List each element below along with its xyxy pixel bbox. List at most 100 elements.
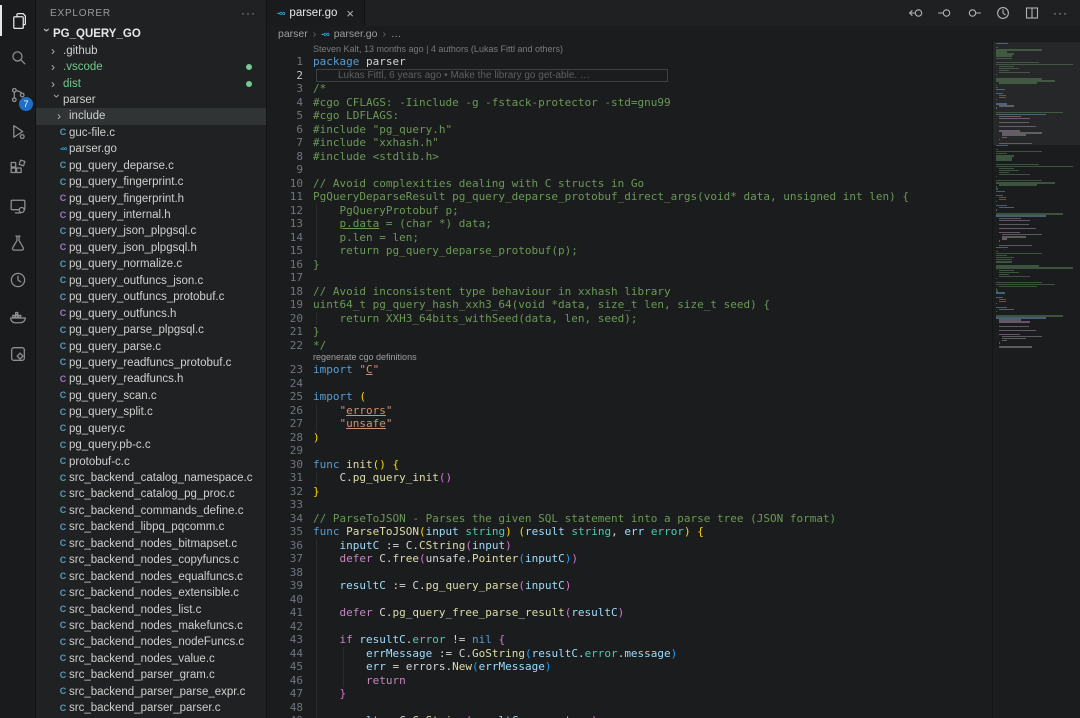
code-line-content[interactable]: inputC := C.CString(input) — [313, 539, 992, 553]
compare-with-previous-icon[interactable] — [908, 5, 924, 21]
line-number[interactable]: 5 — [267, 109, 303, 123]
code-line-content[interactable] — [313, 163, 992, 177]
tree-item-src_backend_parser_parser.c[interactable]: Csrc_backend_parser_parser.c — [36, 700, 266, 716]
code-line-content[interactable] — [313, 593, 992, 607]
line-number[interactable]: 18 — [267, 285, 303, 299]
code-line-content[interactable] — [313, 701, 992, 715]
compare-with-branch-icon[interactable] — [966, 5, 982, 21]
line-number[interactable]: 16 — [267, 258, 303, 272]
tree-item-pg_query_outfuncs.h[interactable]: Cpg_query_outfuncs.h — [36, 305, 266, 321]
breadcrumb-symbol[interactable]: … — [391, 28, 402, 40]
testing-icon[interactable] — [0, 224, 35, 261]
tab-parser-go[interactable]: -∞ parser.go × — [267, 0, 365, 26]
more-actions-icon[interactable]: ··· — [1053, 6, 1068, 20]
extensions-icon[interactable] — [0, 150, 35, 187]
line-number[interactable]: 42 — [267, 620, 303, 634]
line-number[interactable]: 22 — [267, 339, 303, 353]
code-line-content[interactable]: // ParseToJSON - Parses the given SQL st… — [313, 512, 992, 526]
code-line-content[interactable]: } — [313, 258, 992, 272]
workspace-root-folder[interactable]: › PG_QUERY_GO — [36, 26, 266, 42]
line-number[interactable]: 32 — [267, 485, 303, 499]
line-number[interactable]: 23 — [267, 363, 303, 377]
tree-item-pg_query_readfuncs.h[interactable]: Cpg_query_readfuncs.h — [36, 371, 266, 387]
code-line-content[interactable]: } — [313, 687, 992, 701]
tree-item-pg_query.c[interactable]: Cpg_query.c — [36, 421, 266, 437]
line-number[interactable]: 1 — [267, 55, 303, 69]
code-line-content[interactable]: func ParseToJSON(input string) (result s… — [313, 525, 992, 539]
code-line-content[interactable] — [313, 620, 992, 634]
code-line-content[interactable]: defer C.pg_query_free_parse_result(resul… — [313, 606, 992, 620]
line-number[interactable]: 39 — [267, 579, 303, 593]
code-line-content[interactable]: resultC := C.pg_query_parse(inputC) — [313, 579, 992, 593]
code-line-content[interactable]: errMessage := C.GoString(resultC.error.m… — [313, 647, 992, 661]
code-line-content[interactable]: "errors" — [313, 404, 992, 418]
tree-item-.github[interactable]: ›.github — [36, 42, 266, 58]
code-line-content[interactable]: defer C.free(unsafe.Pointer(inputC)) — [313, 552, 992, 566]
code-line-content[interactable] — [313, 271, 992, 285]
line-number[interactable]: 27 — [267, 417, 303, 431]
tree-item-src_backend_libpq_pqcomm.c[interactable]: Csrc_backend_libpq_pqcomm.c — [36, 519, 266, 535]
line-number[interactable]: 11 — [267, 190, 303, 204]
explorer-icon[interactable] — [0, 2, 35, 39]
code-line-content[interactable]: import ( — [313, 390, 992, 404]
code-line-content[interactable]: return XXH3_64bits_withSeed(data, len, s… — [313, 312, 992, 326]
line-number[interactable]: 33 — [267, 498, 303, 512]
code-line-content[interactable]: } — [313, 325, 992, 339]
tree-item-pg_query.pb-c.c[interactable]: Cpg_query.pb-c.c — [36, 437, 266, 453]
line-number[interactable]: 37 — [267, 552, 303, 566]
line-number[interactable]: 34 — [267, 512, 303, 526]
code-line-content[interactable]: err = errors.New(errMessage) — [313, 660, 992, 674]
breadcrumb-folder[interactable]: parser — [278, 28, 308, 40]
line-number[interactable]: 47 — [267, 687, 303, 701]
line-number[interactable]: 46 — [267, 674, 303, 688]
code-line-content[interactable] — [313, 566, 992, 580]
code-line-content[interactable]: PgQueryProtobuf p; — [313, 204, 992, 218]
close-icon[interactable]: × — [346, 6, 354, 21]
tree-item-pg_query_parse.c[interactable]: Cpg_query_parse.c — [36, 338, 266, 354]
line-number[interactable]: 6 — [267, 123, 303, 137]
code-line-content[interactable]: C.pg_query_init() — [313, 471, 992, 485]
tree-item-pg_query_fingerprint.c[interactable]: Cpg_query_fingerprint.c — [36, 174, 266, 190]
app-settings-icon[interactable] — [0, 335, 35, 372]
line-number[interactable]: 48 — [267, 701, 303, 715]
line-number[interactable]: 38 — [267, 566, 303, 580]
code-line-content[interactable]: #include <stdlib.h> — [313, 150, 992, 164]
code-line-content[interactable]: } — [313, 485, 992, 499]
tree-item-src_backend_parser_parse_expr.c[interactable]: Csrc_backend_parser_parse_expr.c — [36, 684, 266, 700]
code-line-content[interactable]: import "C" — [313, 363, 992, 377]
code-line-content[interactable] — [313, 498, 992, 512]
tree-item-src_backend_nodes_equalfuncs.c[interactable]: Csrc_backend_nodes_equalfuncs.c — [36, 568, 266, 584]
code-line-content[interactable]: return — [313, 674, 992, 688]
tree-item-src_backend_nodes_makefuncs.c[interactable]: Csrc_backend_nodes_makefuncs.c — [36, 618, 266, 634]
line-number[interactable]: 20 — [267, 312, 303, 326]
code-line-content[interactable]: */ — [313, 339, 992, 353]
line-number[interactable]: 35 — [267, 525, 303, 539]
tree-item-parser.go[interactable]: -∞parser.go — [36, 141, 266, 157]
code-line-content[interactable]: uint64_t pg_query_hash_xxh3_64(void *dat… — [313, 298, 992, 312]
tree-item-dist[interactable]: ›dist — [36, 75, 266, 91]
code-line-content[interactable]: return pg_query_deparse_protobuf(p); — [313, 244, 992, 258]
code-line-content[interactable]: #cgo LDFLAGS: — [313, 109, 992, 123]
tree-item-pg_query_scan.c[interactable]: Cpg_query_scan.c — [36, 388, 266, 404]
code-line-content[interactable]: #cgo CFLAGS: -Iinclude -g -fstack-protec… — [313, 96, 992, 110]
split-editor-icon[interactable] — [1024, 5, 1040, 21]
gitlens-icon[interactable] — [0, 261, 35, 298]
code-line-content[interactable] — [313, 377, 992, 391]
remote-explorer-icon[interactable] — [0, 187, 35, 224]
tree-item-pg_query_outfuncs_protobuf.c[interactable]: Cpg_query_outfuncs_protobuf.c — [36, 289, 266, 305]
tree-item-src_backend_nodes_extensible.c[interactable]: Csrc_backend_nodes_extensible.c — [36, 585, 266, 601]
tree-item-pg_query_json_plpgsql.h[interactable]: Cpg_query_json_plpgsql.h — [36, 240, 266, 256]
code-line-content[interactable]: // Avoid inconsistent type behaviour in … — [313, 285, 992, 299]
code-line-content[interactable]: p.data = (char *) data; — [313, 217, 992, 231]
tree-item-protobuf-c.c[interactable]: Cprotobuf-c.c — [36, 453, 266, 469]
tree-item-pg_query_normalize.c[interactable]: Cpg_query_normalize.c — [36, 256, 266, 272]
tree-item-guc-file.c[interactable]: Cguc-file.c — [36, 125, 266, 141]
line-number[interactable]: 10 — [267, 177, 303, 191]
line-number[interactable]: 30 — [267, 458, 303, 472]
line-number[interactable]: 43 — [267, 633, 303, 647]
line-number[interactable]: 45 — [267, 660, 303, 674]
line-number[interactable]: 19 — [267, 298, 303, 312]
line-number[interactable]: 15 — [267, 244, 303, 258]
minimap[interactable] — [992, 42, 1080, 718]
line-number[interactable]: 2 — [267, 69, 303, 83]
